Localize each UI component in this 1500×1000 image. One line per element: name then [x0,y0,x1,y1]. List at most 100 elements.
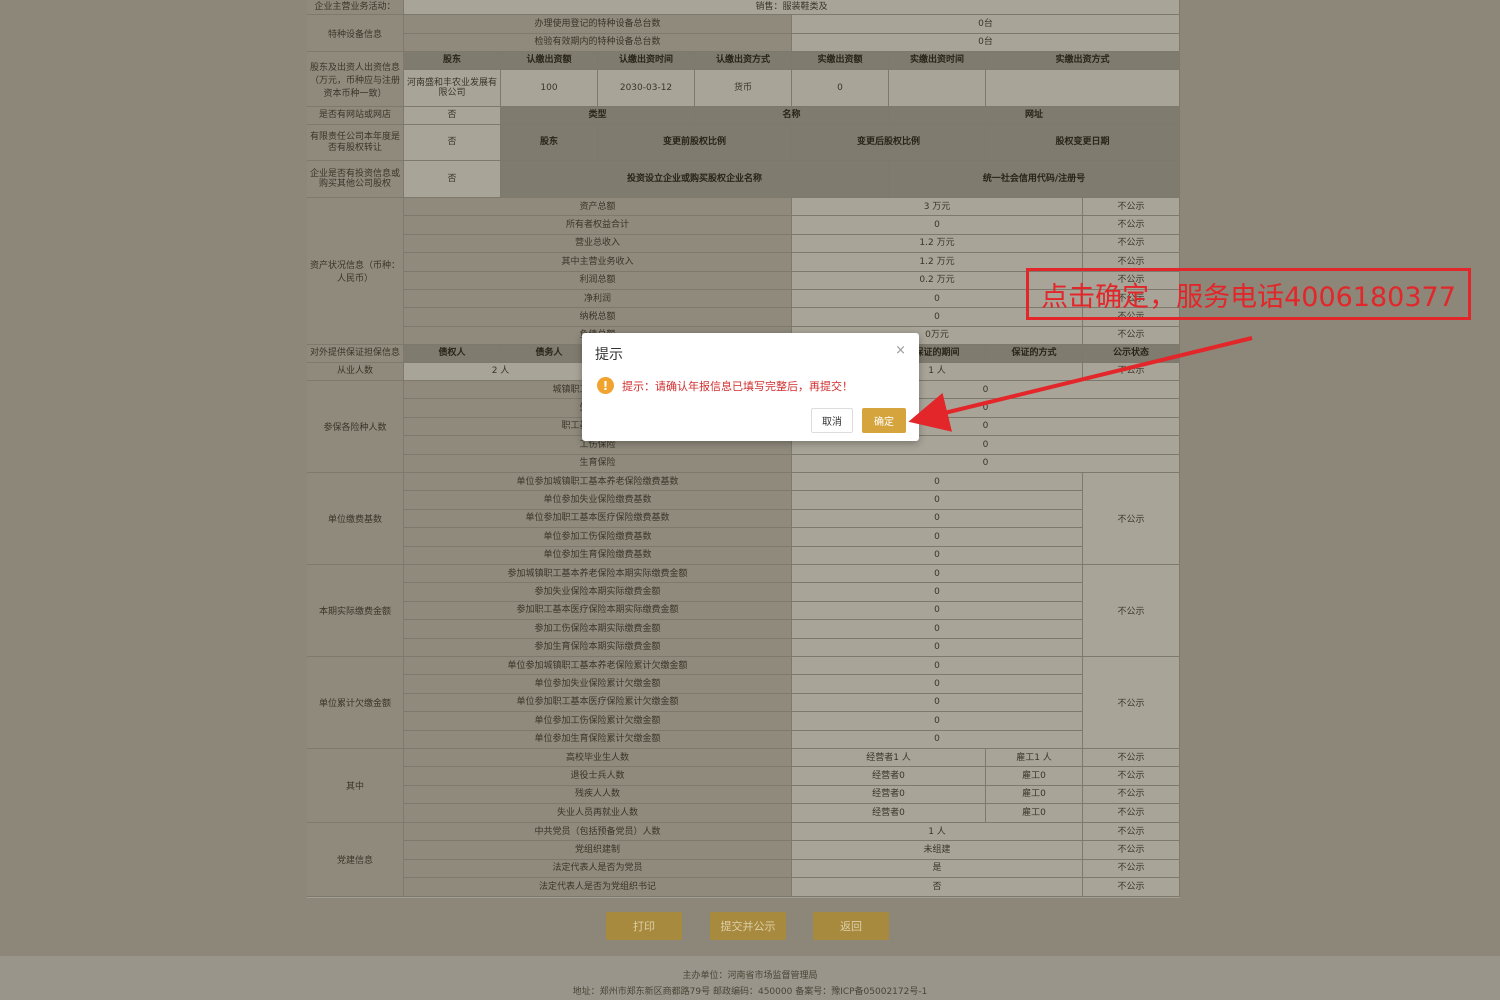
column-header: 股权变更日期 [986,125,1180,161]
group-label: 本期实际缴费金额 [307,565,404,657]
footer-address: 地址：郑州市郑东新区商都路79号 邮政编码：450000 备案号：豫ICP备05… [572,987,928,997]
row-value: 0 [792,454,1180,473]
column-header: 股东 [404,52,501,70]
table-row: 残疾人人数 经营者0 雇工0 不公示 [404,785,1180,805]
table-cell: 河南盛和丰农业发展有限公司 [404,70,501,107]
row-value: 0台 [792,15,1180,34]
table-row: 高校毕业生人数 经营者1 人雇工1 人不公示 [404,749,1180,768]
row-value: 0 [792,583,1083,602]
publicity-status: 不公示 [1083,878,1180,897]
row-value: 雇工0 [986,785,1083,805]
row-label: 营业总收入 [404,234,792,254]
row-value: 0 [792,473,1083,492]
publicity-status: 不公示 [1083,234,1180,254]
table-row: 法定代表人是否为党员是不公示 [404,859,1180,879]
publicity-status: 不公示 [1083,823,1180,842]
table-row: 单位参加生育保险累计欠缴金额 0 [404,730,1083,749]
row-value: 否 [404,125,501,161]
row-label: 单位参加职工基本医疗保险累计欠缴金额 [404,693,792,713]
table-row: 单位参加职工基本医疗保险缴费基数 0 [404,509,1083,529]
row-value: 3 万元 [792,198,1083,217]
submit-publish-button[interactable]: 提交并公示 [710,912,786,940]
group-label: 资产状况信息（币种：人民币） [307,198,404,345]
row-value: 0 [792,712,1083,731]
row-label: 企业是否有投资信息或购买其他公司股权 [307,161,404,198]
publicity-status: 不公示 [1083,841,1180,860]
table-row: 单位参加失业保险累计欠缴金额 0 [404,675,1083,694]
row-value: 0 [792,216,1083,235]
row-value: 1.2 万元 [792,234,1083,254]
row-value: 0 [792,675,1083,694]
cancel-button[interactable]: 取消 [811,408,853,433]
row-label: 单位参加城镇职工基本养老保险累计欠缴金额 [404,657,792,676]
print-button[interactable]: 打印 [606,912,682,940]
page-footer: 主办单位：河南省市场监督管理局 地址：郑州市郑东新区商都路79号 邮政编码：45… [0,956,1500,1000]
row-value: 0 [792,509,1083,529]
row-label: 参加生育保险本期实际缴费金额 [404,638,792,657]
row-label: 单位参加城镇职工基本养老保险缴费基数 [404,473,792,492]
footer-sponsor: 主办单位：河南省市场监督管理局 [682,971,818,981]
row-label: 参加工伤保险本期实际缴费金额 [404,620,792,639]
row-label: 参加失业保险本期实际缴费金额 [404,583,792,602]
row-value: 0台 [792,33,1180,52]
group-label: 单位缴费基数 [307,473,404,565]
table-row: 单位参加城镇职工基本养老保险累计欠缴金额 0 [404,657,1083,676]
row-label: 所有者权益合计 [404,216,792,235]
column-header: 实缴出资额 [792,52,889,70]
row-label: 纳税总额 [404,308,792,327]
row-value: 否 [792,878,1083,897]
publicity-status: 不公示 [1083,657,1180,749]
table-row: 退役士兵人数 经营者0 雇工0 不公示 [404,767,1180,786]
table-cell: 货币 [695,70,792,107]
dialog-message: 提示：请确认年报信息已填写完整后，再提交！ [622,380,853,393]
row-label: 法定代表人是否为党组织书记 [404,878,792,897]
table-row: 参加工伤保险本期实际缴费金额 0 [404,620,1083,639]
row-label: 净利润 [404,290,792,309]
table-cell [986,70,1180,107]
publicity-status: 不公示 [1083,216,1180,235]
table-cell: 0 [792,70,889,107]
table-row: 中共党员（包括预备党员）人数 1 人不公示 [404,823,1180,842]
row-value: 销售：服装鞋类及 [404,0,1180,15]
row-value: 否 [404,161,501,198]
row-value: 经营者0 [792,804,986,823]
table-row: 是否有网站或网店否类型 名称 网址 [307,107,1180,125]
row-value: 未组建 [792,841,1083,860]
back-button[interactable]: 返回 [813,912,889,940]
row-label: 单位参加生育保险缴费基数 [404,546,792,565]
row-value: 0 [792,638,1083,657]
row-value: 经营者1 人 [792,749,986,768]
row-value: 0 [792,620,1083,639]
action-bar: 打印 提交并公示 返回 [0,912,1500,942]
table-row: 所有者权益合计 0 不公示 [404,216,1180,235]
confirm-button[interactable]: 确定 [862,408,906,433]
close-icon[interactable]: × [895,343,906,358]
table-row: 单位参加生育保险缴费基数 0 [404,546,1083,565]
row-value: 经营者0 [792,785,986,805]
row-label: 法定代表人是否为党员 [404,859,792,879]
row-value: 2 人 [404,363,598,381]
table-row: 股东 认缴出资额 认缴出资时间 认缴出资方式 实缴出资额 实缴出资时间 实缴出资方式 [404,52,1180,70]
table-row: 河南盛和丰农业发展有限公司 100 2030-03-12 货币 0 [404,70,1180,107]
publicity-status: 不公示 [1083,363,1180,381]
column-header: 认缴出资时间 [598,52,695,70]
row-value: 0 [792,657,1083,676]
column-header: 债权人 [404,345,501,363]
table-row: 单位参加城镇职工基本养老保险缴费基数 0 [404,473,1083,492]
row-label: 企业主营业务活动： [307,0,404,15]
annual-report-table: 企业主营业务活动： 销售：服装鞋类及 特种设备信息 办理使用登记的特种设备总台数 0台检… [307,0,1180,898]
row-label: 参加职工基本医疗保险本期实际缴费金额 [404,601,792,621]
column-header: 公示状态 [1083,345,1180,363]
row-label: 单位参加工伤保险累计欠缴金额 [404,712,792,731]
row-label: 中共党员（包括预备党员）人数 [404,823,792,842]
column-header: 保证的方式 [986,345,1083,363]
row-value: 0 [792,693,1083,713]
table-cell [889,70,986,107]
column-header: 变更前股权比例 [598,125,792,161]
row-label: 利润总额 [404,271,792,290]
publicity-status: 不公示 [1083,859,1180,879]
publicity-status: 不公示 [1083,785,1180,805]
table-cell: 2030-03-12 [598,70,695,107]
row-label: 单位参加生育保险累计欠缴金额 [404,730,792,749]
column-header: 网址 [889,107,1180,125]
